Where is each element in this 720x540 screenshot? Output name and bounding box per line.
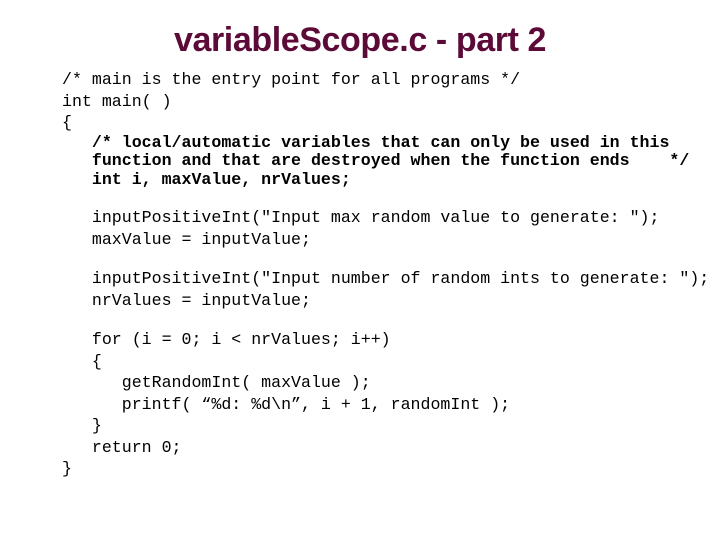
code-line: } xyxy=(62,459,72,478)
code-line: inputPositiveInt("Input number of random… xyxy=(62,269,710,288)
code-line: function and that are destroyed when the… xyxy=(62,151,690,170)
code-line: { xyxy=(62,113,72,132)
slide: variableScope.c - part 2 /* main is the … xyxy=(0,0,720,540)
code-block: /* main is the entry point for all progr… xyxy=(62,69,710,480)
code-line: /* local/automatic variables that can on… xyxy=(62,132,670,152)
code-line: return 0; xyxy=(62,437,182,457)
page-title: variableScope.c - part 2 xyxy=(173,21,547,59)
code-line: int i, maxValue, nrValues; xyxy=(62,169,351,189)
code-line: } xyxy=(62,416,102,435)
code-line: /* main is the entry point for all progr… xyxy=(62,70,521,89)
code-line: { xyxy=(62,351,102,371)
code-line: inputPositiveInt("Input max random value… xyxy=(62,208,660,227)
code-line: nrValues = inputValue; xyxy=(62,290,311,310)
code-line: maxValue = inputValue; xyxy=(62,229,311,249)
code-line: getRandomInt( maxValue ); xyxy=(62,373,371,392)
code-line: printf( “%d: %d\n”, i + 1, randomInt ); xyxy=(62,394,511,414)
code-line: for (i = 0; i < nrValues; i++) xyxy=(62,330,391,349)
code-line: int main( ) xyxy=(62,91,172,111)
